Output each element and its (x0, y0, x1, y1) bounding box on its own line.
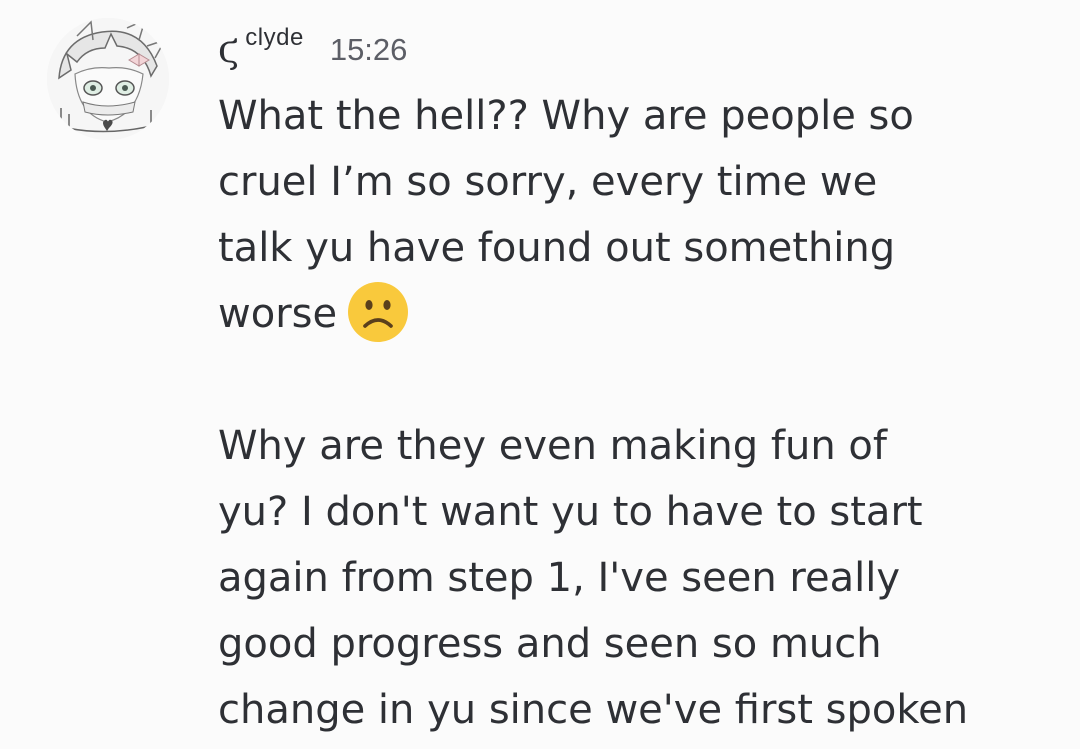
chat-message: ϛ clyde 15:26 What the hell?? Why are pe… (0, 0, 1080, 749)
message-line: again from step 1, I've seen really (218, 555, 901, 601)
message-content: What the hell?? Why are people so cruel … (218, 83, 1038, 743)
avatar[interactable] (47, 18, 169, 140)
message-line: What the hell?? Why are people so (218, 93, 914, 139)
message-line: talk yu have found out something (218, 225, 896, 271)
message-header: ϛ clyde 15:26 (218, 24, 407, 72)
avatar-image (47, 18, 169, 140)
username-decoration: ϛ (218, 27, 240, 71)
username[interactable]: clyde (245, 24, 304, 52)
message-line-text: worse (218, 291, 338, 337)
message-line: good progress and seen so much (218, 621, 882, 667)
message-paragraph: What the hell?? Why are people so cruel … (218, 83, 1038, 347)
message-line-with-emoji: worse (218, 281, 1038, 347)
message-line: yu? I don't want yu to have to start (218, 489, 923, 535)
slightly-frowning-face-emoji-icon (348, 282, 409, 342)
message-paragraph: Why are they even making fun of yu? I do… (218, 413, 1038, 743)
message-line: Why are they even making fun of (218, 423, 887, 469)
message-line: cruel I’m so sorry, every time we (218, 159, 878, 205)
timestamp: 15:26 (329, 32, 408, 67)
message-line: change in yu since we've first spoken (218, 687, 969, 733)
